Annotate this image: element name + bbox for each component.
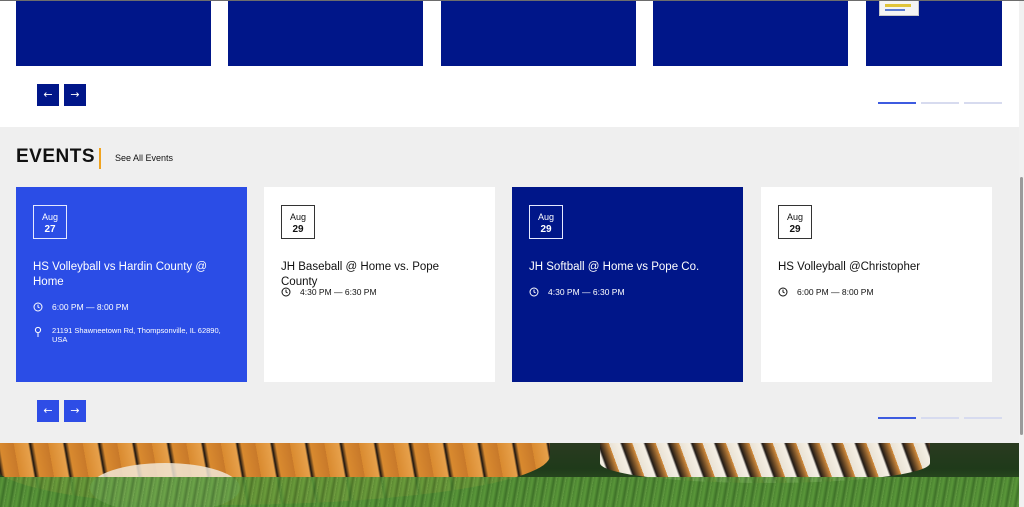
event-day: 27 (44, 224, 56, 235)
event-time-text: 6:00 PM — 8:00 PM (797, 287, 874, 297)
event-title[interactable]: JH Baseball @ Home vs. Pope County (281, 260, 477, 290)
event-card[interactable]: Aug 29 HS Volleyball @Christopher 6:00 P… (761, 187, 992, 382)
event-day: 29 (540, 224, 552, 235)
event-month: Aug (41, 212, 58, 222)
event-time-text: 6:00 PM — 8:00 PM (52, 302, 129, 312)
scrollbar-thumb[interactable] (1020, 177, 1023, 435)
event-time-text: 4:30 PM — 6:30 PM (548, 287, 625, 297)
pagination-dot[interactable] (878, 417, 916, 419)
see-all-events-link[interactable]: See All Events (115, 153, 173, 163)
event-day: 29 (789, 224, 801, 235)
event-date-badge: Aug 29 (281, 205, 315, 239)
event-title[interactable]: HS Volleyball @Christopher (778, 260, 974, 275)
event-card[interactable]: Aug 29 JH Baseball @ Home vs. Pope Count… (264, 187, 495, 382)
news-pagination (878, 102, 1003, 104)
news-card[interactable] (228, 1, 423, 66)
news-prev-button[interactable]: ← (37, 84, 59, 106)
event-date-badge: Aug 29 (529, 205, 563, 239)
event-title[interactable]: HS Volleyball vs Hardin County @ Home (33, 260, 229, 290)
event-title[interactable]: JH Softball @ Home vs Pope Co. (529, 260, 725, 275)
pagination-dot[interactable] (921, 417, 959, 419)
page-scrollbar[interactable] (1019, 1, 1024, 507)
event-month: Aug (289, 212, 306, 222)
grass (0, 477, 1019, 507)
pagination-dot[interactable] (964, 417, 1002, 419)
event-month: Aug (537, 212, 554, 222)
hero-image-tiger (0, 443, 1019, 507)
clock-icon (778, 287, 788, 297)
event-card[interactable]: Aug 29 JH Softball @ Home vs Pope Co. 4:… (512, 187, 743, 382)
events-next-button[interactable]: → (64, 400, 86, 422)
event-card[interactable]: Aug 27 HS Volleyball vs Hardin County @ … (16, 187, 247, 382)
heading-divider (99, 148, 101, 169)
event-date-badge: Aug 29 (778, 205, 812, 239)
arrow-left-icon: ← (43, 88, 53, 101)
clock-icon (529, 287, 539, 297)
event-address-text: 21191 Shawneetown Rd, Thompsonville, IL … (52, 326, 221, 344)
news-card[interactable] (16, 1, 211, 66)
event-date-badge: Aug 27 (33, 205, 67, 239)
arrow-right-icon: → (70, 88, 80, 101)
arrow-left-icon: ← (43, 404, 53, 417)
map-pin-icon (34, 326, 42, 337)
events-heading: EVENTS (16, 146, 96, 167)
news-carousel: ← → (0, 1, 1019, 127)
pagination-dot[interactable] (964, 102, 1002, 104)
event-month: Aug (786, 212, 803, 222)
pagination-dot[interactable] (878, 102, 916, 104)
pagination-dot[interactable] (921, 102, 959, 104)
arrow-right-icon: → (70, 404, 80, 417)
news-thumbnail-image (879, 1, 919, 16)
event-day: 29 (292, 224, 304, 235)
news-card[interactable] (441, 1, 636, 66)
event-time-text: 4:30 PM — 6:30 PM (300, 287, 377, 297)
news-next-button[interactable]: → (64, 84, 86, 106)
events-prev-button[interactable]: ← (37, 400, 59, 422)
clock-icon (33, 302, 43, 312)
events-pagination (878, 417, 1003, 419)
news-card[interactable] (653, 1, 848, 66)
clock-icon (281, 287, 291, 297)
